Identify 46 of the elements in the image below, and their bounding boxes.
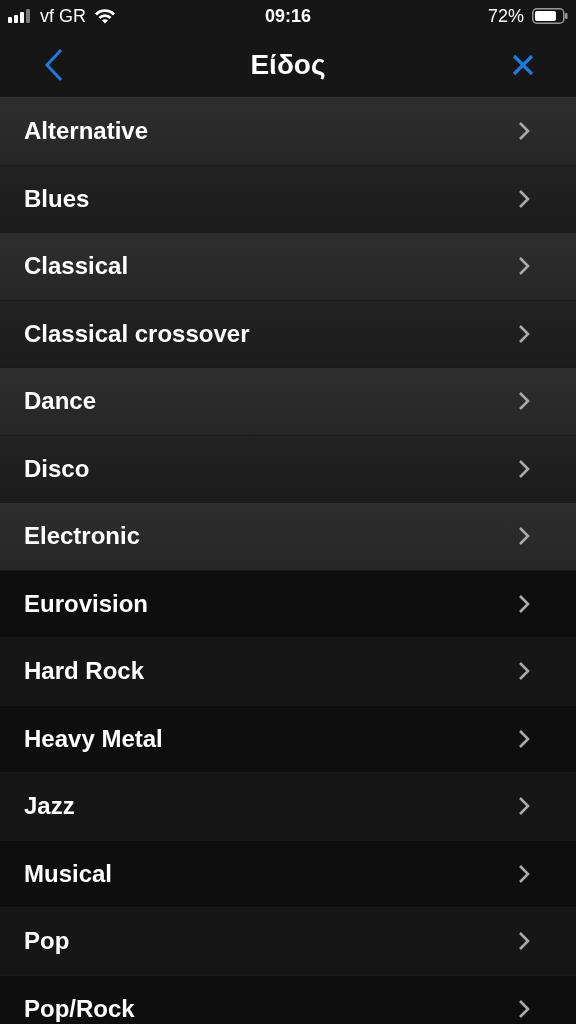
genre-row[interactable]: Blues <box>0 165 576 233</box>
chevron-icon <box>518 796 530 817</box>
genre-label: Classical crossover <box>24 319 250 348</box>
genre-row[interactable]: Disco <box>0 435 576 503</box>
chevron-icon <box>518 931 530 952</box>
genre-label: Alternative <box>24 117 149 146</box>
genre-label: Disco <box>24 454 90 483</box>
genre-row[interactable]: Musical <box>0 840 576 908</box>
battery-percent: 72% <box>487 5 524 27</box>
genre-row[interactable]: Dance <box>0 368 576 436</box>
genre-label: Blues <box>24 184 90 213</box>
carrier-name: vf GR <box>40 5 86 27</box>
chevron-icon <box>518 391 530 412</box>
genre-row[interactable]: Classical crossover <box>0 300 576 368</box>
genre-label: Dance <box>24 387 97 416</box>
chevron-icon <box>518 188 530 209</box>
chevron-icon <box>518 323 530 344</box>
genre-row[interactable]: Heavy Metal <box>0 705 576 773</box>
genre-label: Eurovision <box>24 589 149 618</box>
chevron-icon <box>518 526 530 547</box>
chevron-icon <box>518 458 530 479</box>
battery-icon <box>532 8 568 24</box>
genre-label: Pop <box>24 927 70 956</box>
clock-time: 09:16 <box>265 5 311 27</box>
genre-label: Classical <box>24 252 129 281</box>
genre-label: Electronic <box>24 522 141 551</box>
chevron-icon <box>518 661 530 682</box>
genre-row[interactable]: Alternative <box>0 98 576 166</box>
signal-icon <box>8 9 32 23</box>
genre-label: Heavy Metal <box>24 724 163 753</box>
chevron-icon <box>518 728 530 749</box>
genre-row[interactable]: Classical <box>0 233 576 301</box>
genre-label: Jazz <box>24 792 75 821</box>
chevron-icon <box>518 593 530 614</box>
chevron-icon <box>518 863 530 884</box>
genre-label: Musical <box>24 859 113 888</box>
genre-label: Hard Rock <box>24 657 145 686</box>
genre-row[interactable]: Electronic <box>0 503 576 571</box>
chevron-icon <box>518 121 530 142</box>
genre-row[interactable]: Pop/Rock <box>0 975 576 1024</box>
chevron-icon <box>518 998 530 1019</box>
wifi-icon <box>94 8 116 24</box>
chevron-icon <box>518 256 530 277</box>
genre-row[interactable]: Eurovision <box>0 570 576 638</box>
genre-label: Pop/Rock <box>24 994 135 1023</box>
nav-title: Είδος <box>250 48 326 81</box>
